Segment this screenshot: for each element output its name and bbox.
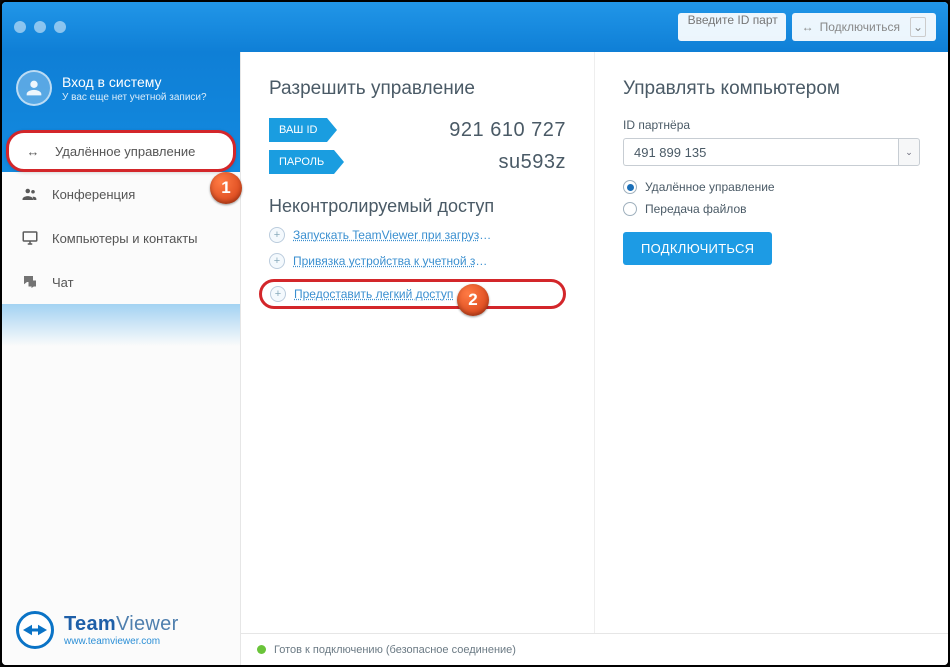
password-tag: ПАРОЛЬ (269, 150, 334, 174)
login-title: Вход в систему (62, 74, 207, 90)
status-dot-icon (257, 645, 266, 654)
nav-contacts[interactable]: Компьютеры и контакты (2, 216, 240, 260)
annotation-badge-1: 1 (210, 172, 242, 204)
control-panel: Управлять компьютером ID партнёра ⌄ Удал… (594, 52, 948, 665)
login-block[interactable]: Вход в систему У вас еще нет учетной зап… (2, 52, 240, 130)
plus-icon: + (269, 227, 285, 243)
nav-chat[interactable]: Чат (2, 260, 240, 304)
plus-icon: + (269, 253, 285, 269)
people-icon (20, 185, 40, 203)
monitor-icon (20, 229, 40, 247)
statusbar: Готов к подключению (безопасное соединен… (241, 633, 948, 665)
main: Разрешить управление ВАШ ID 921 610 727 … (240, 52, 948, 665)
radio-remote-label: Удалённое управление (645, 180, 775, 194)
unattended-heading: Неконтролируемый доступ (269, 196, 566, 217)
radio-off-icon (623, 202, 637, 216)
connect-top-button[interactable]: ↔ Подключиться ⌄ (792, 13, 936, 41)
titlebar: Введите ID парт ↔ Подключиться ⌄ (2, 2, 948, 52)
teamviewer-logo-icon (16, 611, 54, 649)
partner-id-combo: ⌄ (623, 138, 920, 166)
unattended-list: + Запускать TeamViewer при загрузке с...… (269, 227, 566, 309)
unattended-item-label[interactable]: Привязка устройства к учетной записи (293, 254, 493, 268)
plus-icon: + (270, 286, 286, 302)
maximize-window-icon[interactable] (54, 21, 66, 33)
logo-viewer: Viewer (116, 613, 179, 635)
connect-top-label: Подключиться (820, 20, 900, 34)
login-subtitle: У вас еще нет учетной записи? (62, 92, 207, 103)
nav-meeting-label: Конференция (52, 187, 135, 202)
connect-button[interactable]: ПОДКЛЮЧИТЬСЯ (623, 232, 772, 265)
nav-contacts-label: Компьютеры и контакты (52, 231, 198, 246)
radio-on-icon (623, 180, 637, 194)
logo-url[interactable]: www.teamviewer.com (64, 637, 179, 647)
radio-file-transfer[interactable]: Передача файлов (623, 202, 920, 216)
app-window: Введите ID парт ↔ Подключиться ⌄ Вход в … (0, 0, 950, 667)
nav-remote-label: Удалённое управление (55, 144, 195, 159)
mode-radios: Удалённое управление Передача файлов (623, 180, 920, 216)
unattended-start-with-system[interactable]: + Запускать TeamViewer при загрузке с... (269, 227, 566, 243)
logo-text: TeamViewer www.teamviewer.com (64, 614, 179, 647)
partner-id-top-input[interactable]: Введите ID парт (678, 13, 786, 41)
unattended-item-label[interactable]: Предоставить легкий доступ (294, 287, 453, 301)
chat-icon (20, 273, 40, 291)
window-controls (14, 21, 66, 33)
close-window-icon[interactable] (14, 21, 26, 33)
annotation-badge-2: 2 (457, 284, 489, 316)
allow-heading: Разрешить управление (269, 78, 566, 100)
login-text: Вход в систему У вас еще нет учетной зап… (62, 74, 207, 103)
partner-id-input[interactable] (623, 138, 898, 166)
avatar (16, 70, 52, 106)
radio-remote-control[interactable]: Удалённое управление (623, 180, 920, 194)
partner-id-label: ID партнёра (623, 118, 920, 132)
unattended-grant-easy-access[interactable]: + Предоставить легкий доступ (259, 279, 566, 309)
sidebar: Вход в систему У вас еще нет учетной зап… (2, 52, 240, 665)
chevron-down-icon[interactable]: ⌄ (910, 17, 926, 37)
radio-files-label: Передача файлов (645, 202, 747, 216)
titlebar-right: Введите ID парт ↔ Подключиться ⌄ (678, 13, 936, 41)
your-id-row: ВАШ ID 921 610 727 (269, 118, 566, 142)
your-id-tag: ВАШ ID (269, 118, 327, 142)
password-value[interactable]: su593z (499, 151, 567, 174)
swap-arrows-icon: ↔ (802, 20, 814, 34)
logo-team: Team (64, 613, 116, 635)
partner-id-dropdown[interactable]: ⌄ (898, 138, 920, 166)
minimize-window-icon[interactable] (34, 21, 46, 33)
logo-block[interactable]: TeamViewer www.teamviewer.com (2, 599, 240, 665)
nav-meeting[interactable]: Конференция (2, 172, 240, 216)
user-icon (23, 77, 45, 99)
unattended-assign-account[interactable]: + Привязка устройства к учетной записи (269, 253, 566, 269)
your-id-value[interactable]: 921 610 727 (449, 119, 566, 142)
status-text: Готов к подключению (безопасное соединен… (274, 644, 516, 656)
nav-chat-label: Чат (52, 275, 74, 290)
allow-panel: Разрешить управление ВАШ ID 921 610 727 … (241, 52, 594, 665)
nav-remote-control[interactable]: ↔ Удалённое управление (6, 130, 236, 172)
swap-arrows-icon: ↔ (23, 144, 43, 159)
nav: ↔ Удалённое управление Конференция Компь… (2, 130, 240, 304)
password-row: ПАРОЛЬ su593z (269, 150, 566, 174)
control-heading: Управлять компьютером (623, 78, 920, 100)
unattended-item-label[interactable]: Запускать TeamViewer при загрузке с... (293, 228, 493, 242)
